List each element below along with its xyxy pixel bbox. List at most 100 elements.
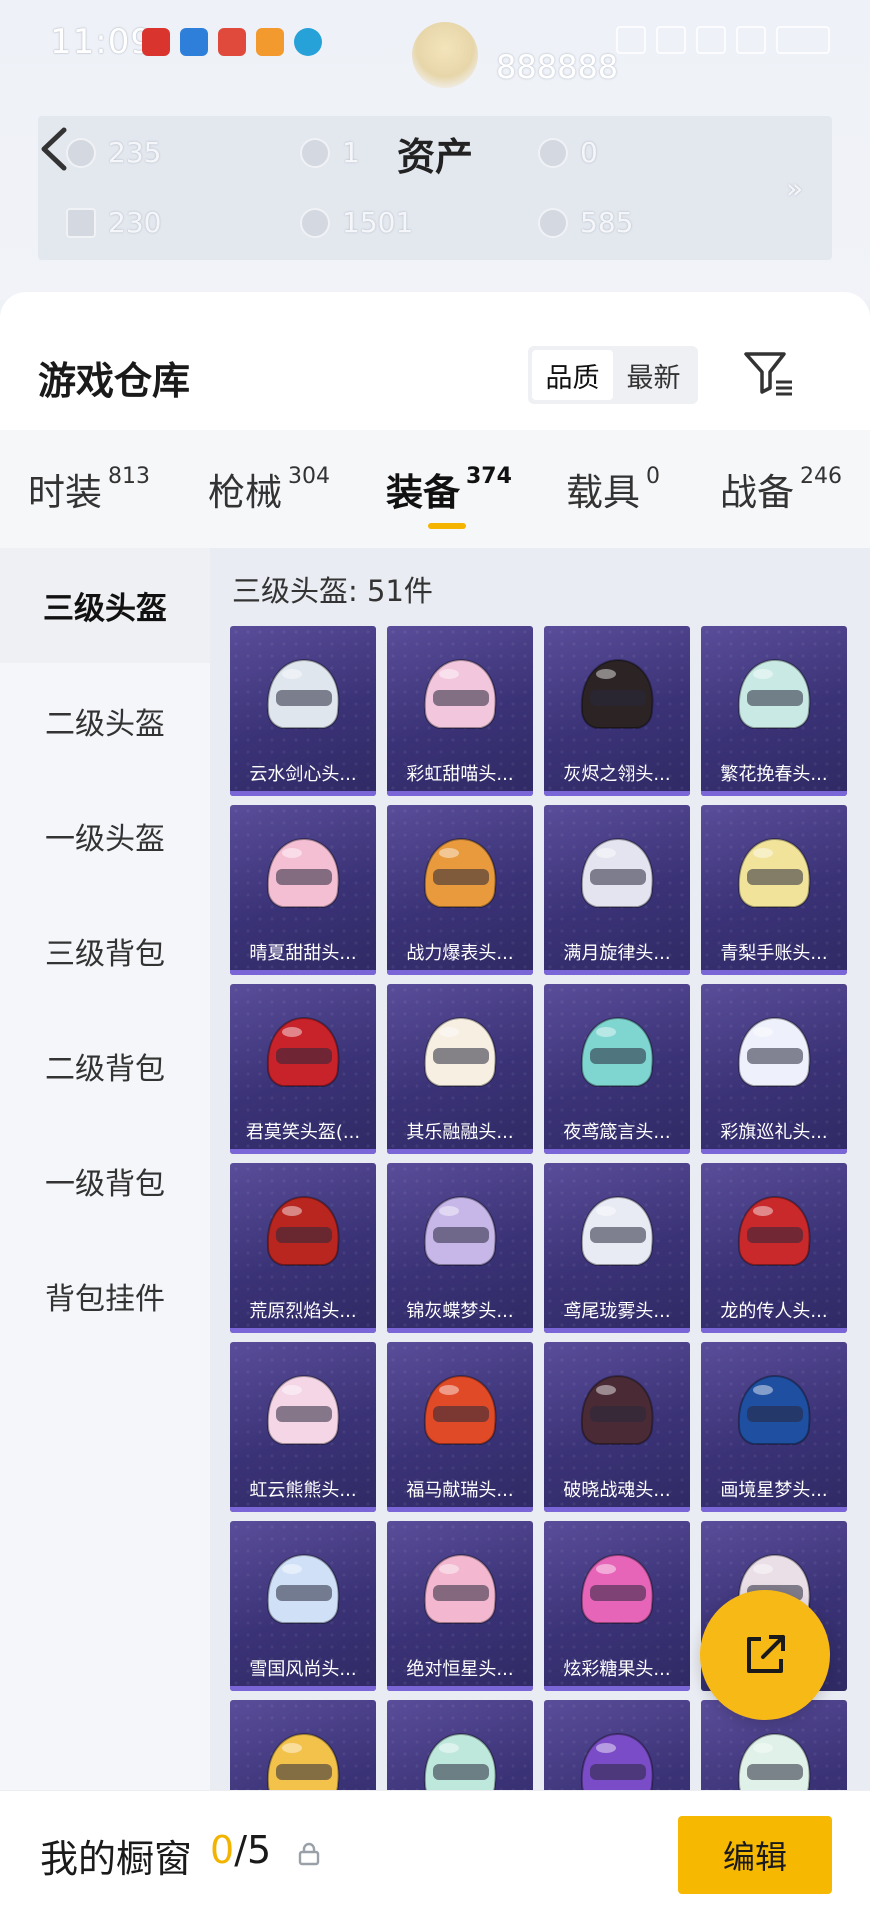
silver-coin-icon xyxy=(300,137,330,168)
share-button[interactable] xyxy=(700,1590,830,1720)
helmet-icon xyxy=(423,1374,497,1445)
helmet-card[interactable]: 夜鸢箴言头... xyxy=(544,984,690,1154)
helmet-icon xyxy=(737,1732,811,1790)
rarity-bar xyxy=(230,1507,376,1512)
calendar-notification-icon xyxy=(218,28,246,56)
helmet-card-name: 荒原烈焰头... xyxy=(249,1301,357,1322)
weather-notification-icon xyxy=(180,28,208,56)
asset-item: 1501 xyxy=(300,206,413,239)
bronze-coin-icon xyxy=(538,207,568,238)
helmet-icon xyxy=(266,1732,340,1790)
chevron-right-icon[interactable]: » xyxy=(786,172,803,205)
nfc-icon xyxy=(616,26,646,54)
sort-latest-button[interactable]: 最新 xyxy=(613,350,694,400)
sidebar-item-level1-helmet[interactable]: 一级头盔 xyxy=(0,778,210,893)
helmet-card-name: 夜鸢箴言头... xyxy=(563,1122,671,1143)
rarity-bar xyxy=(701,791,847,796)
helmet-icon xyxy=(266,1553,340,1624)
sidebar-item-level3-helmet[interactable]: 三级头盔 xyxy=(0,548,210,663)
rarity-bar xyxy=(230,1328,376,1333)
helmet-card-name: 云水剑心头... xyxy=(249,764,357,785)
helmet-card[interactable]: 雪国风尚头... xyxy=(230,1521,376,1691)
helmet-icon xyxy=(737,1195,811,1266)
rarity-bar xyxy=(230,1149,376,1154)
rank-medal-icon xyxy=(412,22,478,88)
filter-icon[interactable] xyxy=(742,348,796,398)
helmet-card[interactable]: 虹云熊熊头... xyxy=(230,1342,376,1512)
tab-vehicles[interactable]: 载具 0 xyxy=(566,462,660,516)
helmet-card[interactable]: 灰烬之翎头... xyxy=(544,626,690,796)
helmet-card[interactable]: 彩虹甜喵头... xyxy=(387,626,533,796)
wifi-icon xyxy=(696,26,726,54)
rarity-bar xyxy=(387,791,533,796)
helmet-card[interactable]: 繁花挽春头... xyxy=(701,626,847,796)
edit-button[interactable]: 编辑 xyxy=(678,1816,832,1894)
helmet-card[interactable]: 云水剑心头... xyxy=(230,626,376,796)
helmet-icon xyxy=(737,1016,811,1087)
showcase-label: 我的橱窗 xyxy=(40,1837,193,1881)
helmet-card[interactable] xyxy=(230,1700,376,1790)
asset-item: 230 xyxy=(66,206,161,239)
helmet-icon xyxy=(423,1732,497,1790)
helmet-card-name: 鸢尾珑雾头... xyxy=(563,1301,671,1322)
helmet-card[interactable]: 战力爆表头... xyxy=(387,805,533,975)
helmet-icon xyxy=(580,1374,654,1445)
rarity-bar xyxy=(544,1507,690,1512)
rarity-bar xyxy=(544,791,690,796)
helmet-card-name: 彩旗巡礼头... xyxy=(720,1122,828,1143)
rarity-bar xyxy=(544,970,690,975)
asset-item: 235 xyxy=(66,136,161,169)
helmet-card[interactable]: 青梨手账头... xyxy=(701,805,847,975)
bp-coin-icon xyxy=(300,207,330,238)
system-icons xyxy=(616,26,830,54)
card-icon xyxy=(66,207,96,238)
helmet-card[interactable]: 福马献瑞头... xyxy=(387,1342,533,1512)
sidebar-item-backpack-charm[interactable]: 背包挂件 xyxy=(0,1238,210,1353)
helmet-card[interactable]: 锦灰蝶梦头... xyxy=(387,1163,533,1333)
helmet-card[interactable]: 龙的传人头... xyxy=(701,1163,847,1333)
helmet-card-name: 晴夏甜甜头... xyxy=(249,943,357,964)
rarity-bar xyxy=(701,970,847,975)
helmet-icon xyxy=(423,837,497,908)
helmet-card-name: 满月旋律头... xyxy=(563,943,671,964)
tab-fashion[interactable]: 时装 813 xyxy=(28,462,150,516)
tab-supplies[interactable]: 战备 246 xyxy=(720,462,842,516)
helmet-card-name: 龙的传人头... xyxy=(720,1301,828,1322)
helmet-card[interactable]: 彩旗巡礼头... xyxy=(701,984,847,1154)
helmet-card[interactable]: 其乐融融头... xyxy=(387,984,533,1154)
helmet-card[interactable]: 满月旋律头... xyxy=(544,805,690,975)
helmet-card[interactable]: 绝对恒星头... xyxy=(387,1521,533,1691)
rarity-bar xyxy=(387,1149,533,1154)
helmet-card[interactable]: 破晓战魂头... xyxy=(544,1342,690,1512)
helmet-card[interactable]: 晴夏甜甜头... xyxy=(230,805,376,975)
sidebar-item-level2-backpack[interactable]: 二级背包 xyxy=(0,1008,210,1123)
asset-item: 0 xyxy=(538,136,598,169)
helmet-card[interactable]: 君莫笑头盔(... xyxy=(230,984,376,1154)
helmet-card[interactable]: 荒原烈焰头... xyxy=(230,1163,376,1333)
helmet-card[interactable] xyxy=(387,1700,533,1790)
helmet-icon xyxy=(423,1195,497,1266)
helmet-card-name: 青梨手账头... xyxy=(720,943,828,964)
helmet-card-name: 君莫笑头盔(... xyxy=(245,1122,361,1143)
rarity-bar xyxy=(701,1328,847,1333)
tab-equipment[interactable]: 装备 374 xyxy=(386,462,512,516)
medal-value: 888888 xyxy=(496,48,619,86)
showcase-count: 0/5 xyxy=(210,1828,272,1872)
sidebar-item-level1-backpack[interactable]: 一级背包 xyxy=(0,1123,210,1238)
helmet-icon xyxy=(266,1016,340,1087)
sidebar: 三级头盔 二级头盔 一级头盔 三级背包 二级背包 一级背包 背包挂件 xyxy=(0,548,210,1790)
rarity-bar xyxy=(230,791,376,796)
rarity-bar xyxy=(544,1328,690,1333)
rarity-bar xyxy=(230,970,376,975)
helmet-card-name: 福马献瑞头... xyxy=(406,1480,514,1501)
tab-weapons[interactable]: 枪械 304 xyxy=(208,462,330,516)
sort-quality-button[interactable]: 品质 xyxy=(532,350,613,400)
helmet-card[interactable]: 画境星梦头... xyxy=(701,1342,847,1512)
helmet-card[interactable]: 鸢尾珑雾头... xyxy=(544,1163,690,1333)
helmet-card-name: 虹云熊熊头... xyxy=(249,1480,357,1501)
helmet-card[interactable]: 炫彩糖果头... xyxy=(544,1521,690,1691)
sidebar-item-level3-backpack[interactable]: 三级背包 xyxy=(0,893,210,1008)
rarity-bar xyxy=(544,1686,690,1691)
sidebar-item-level2-helmet[interactable]: 二级头盔 xyxy=(0,663,210,778)
helmet-card[interactable] xyxy=(544,1700,690,1790)
